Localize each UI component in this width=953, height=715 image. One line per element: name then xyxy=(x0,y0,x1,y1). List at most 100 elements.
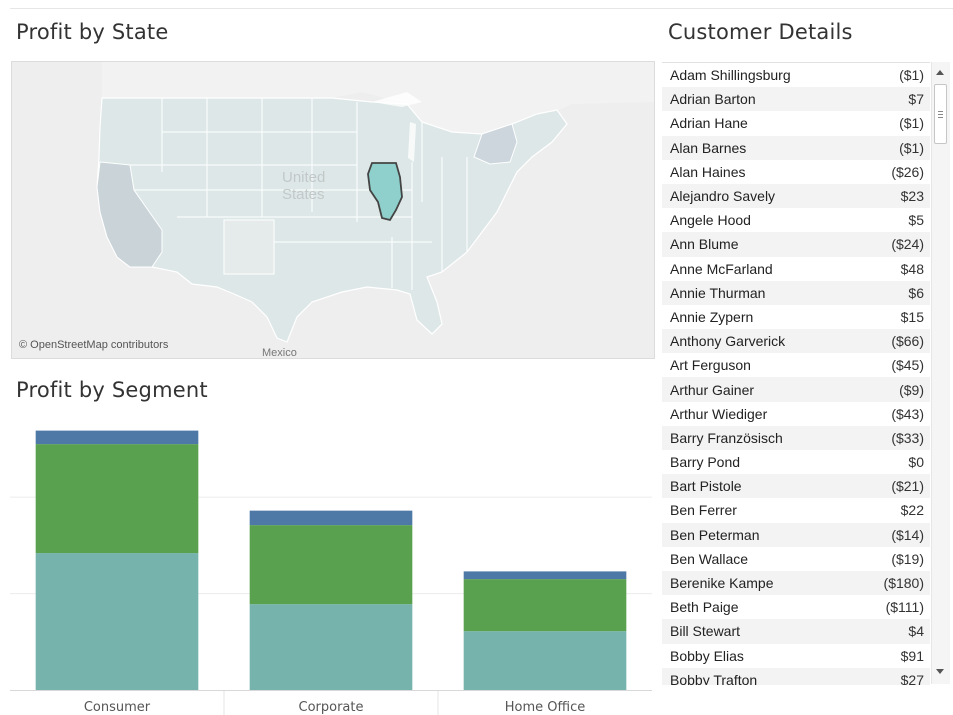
category-label: Corporate xyxy=(299,700,364,715)
customer-row[interactable]: Art Ferguson ($45) xyxy=(662,353,930,378)
customer-name: Barry Französisch xyxy=(670,429,783,446)
grip-line-icon xyxy=(938,114,943,115)
customer-name: Berenike Kampe xyxy=(670,575,774,592)
map-title: Profit by State xyxy=(16,20,169,44)
customer-row[interactable]: Alan Haines ($26) xyxy=(662,159,930,184)
grip-line-icon xyxy=(938,111,943,112)
customer-profit: $6 xyxy=(908,284,924,301)
customer-row[interactable]: Annie Zypern $15 xyxy=(662,304,930,330)
customer-name: Barry Pond xyxy=(670,454,741,471)
profit-by-segment-chart[interactable]: Consumer Corporate Home Office xyxy=(10,420,652,715)
customer-profit: $5 xyxy=(908,212,924,229)
bar-consumer-segment-1[interactable] xyxy=(35,444,199,554)
map-label-united: United xyxy=(282,169,326,186)
customer-profit: ($1) xyxy=(899,139,924,156)
customer-name: Art Ferguson xyxy=(670,357,751,374)
bar-corporate-segment-2[interactable] xyxy=(249,510,413,526)
bar-corporate-segment-0[interactable] xyxy=(249,604,413,690)
customer-profit: ($21) xyxy=(891,478,924,495)
customer-name: Arthur Gainer xyxy=(670,381,755,398)
customer-name: Anne McFarland xyxy=(670,260,773,277)
customer-row[interactable]: Arthur Wiediger ($43) xyxy=(662,401,930,426)
customer-row[interactable]: Berenike Kampe ($180) xyxy=(662,570,930,596)
customer-profit: ($43) xyxy=(891,405,924,422)
customer-profit: ($1) xyxy=(899,67,924,84)
category-label: Home Office xyxy=(505,700,585,715)
customer-row[interactable]: Barry Französisch ($33) xyxy=(662,425,930,450)
customer-name: Ben Ferrer xyxy=(670,502,737,519)
customer-name: Anthony Garverick xyxy=(670,333,786,350)
customer-name: Angele Hood xyxy=(670,212,751,229)
customer-profit: $27 xyxy=(900,671,924,685)
customer-name: Beth Paige xyxy=(670,599,739,616)
customer-name: Bobby Trafton xyxy=(670,671,758,685)
customer-row[interactable]: Beth Paige ($111) xyxy=(662,595,930,620)
customer-row[interactable]: Bobby Elias $91 xyxy=(662,643,930,668)
customer-name: Adrian Hane xyxy=(670,115,748,132)
customer-row[interactable]: Ben Peterman ($14) xyxy=(662,522,930,547)
customer-row[interactable]: Adrian Hane ($1) xyxy=(662,111,930,136)
bar-consumer-segment-2[interactable] xyxy=(35,430,199,445)
customer-profit: ($66) xyxy=(891,333,924,350)
customer-profit: ($1) xyxy=(899,115,924,132)
customer-row[interactable]: Angele Hood $5 xyxy=(662,208,930,233)
scroll-up-arrow-icon[interactable] xyxy=(936,70,944,75)
customer-row[interactable]: Arthur Gainer ($9) xyxy=(662,377,930,402)
state-new-mexico[interactable] xyxy=(223,219,275,275)
customer-name: Alejandro Savely xyxy=(670,188,776,205)
customer-row[interactable]: Ben Ferrer $22 xyxy=(662,498,930,523)
bar-corporate-segment-1[interactable] xyxy=(249,525,413,605)
customer-list-scrollbar[interactable] xyxy=(931,62,950,684)
map-canvas[interactable] xyxy=(12,62,654,358)
customer-row[interactable]: Bobby Trafton $27 xyxy=(662,667,930,685)
customer-row[interactable]: Adam Shillingsburg ($1) xyxy=(662,63,930,88)
bar-home-office-segment-1[interactable] xyxy=(463,579,627,632)
customer-profit: $0 xyxy=(908,454,924,471)
customer-profit: $22 xyxy=(900,502,924,519)
customer-row[interactable]: Barry Pond $0 xyxy=(662,450,930,475)
customer-name: Alan Haines xyxy=(670,163,746,180)
customer-name: Alan Barnes xyxy=(670,139,747,156)
customer-name: Arthur Wiediger xyxy=(670,405,768,422)
customer-name: Adrian Barton xyxy=(670,91,756,108)
segment-title: Profit by Segment xyxy=(16,378,208,402)
customer-profit: $23 xyxy=(900,188,924,205)
customer-profit: ($111) xyxy=(885,599,924,616)
customer-row[interactable]: Ben Wallace ($19) xyxy=(662,546,930,571)
customer-row[interactable]: Anthony Garverick ($66) xyxy=(662,329,930,354)
bar-consumer-segment-0[interactable] xyxy=(35,553,199,690)
customer-row[interactable]: Alan Barnes ($1) xyxy=(662,135,930,160)
customer-row[interactable]: Bart Pistole ($21) xyxy=(662,474,930,499)
customer-profit: $91 xyxy=(900,647,924,664)
customer-profit: ($180) xyxy=(883,575,924,592)
map-attribution[interactable]: © OpenStreetMap contributors xyxy=(19,339,168,351)
customer-profit: ($33) xyxy=(891,429,924,446)
customer-row[interactable]: Annie Thurman $6 xyxy=(662,280,930,305)
grip-line-icon xyxy=(938,117,943,118)
customer-profit: ($45) xyxy=(891,357,924,374)
customer-profit: $48 xyxy=(900,260,924,277)
map-label-mexico: Mexico xyxy=(262,347,297,359)
profit-by-state-map[interactable]: United States © OpenStreetMap contributo… xyxy=(11,61,655,359)
customer-details-table[interactable]: Adam Shillingsburg ($1) Adrian Barton $7 Adr… xyxy=(662,62,930,685)
customer-name: Ann Blume xyxy=(670,236,739,253)
scrollbar-thumb[interactable] xyxy=(934,84,947,144)
scroll-down-arrow-icon[interactable] xyxy=(936,669,944,674)
customer-name: Bart Pistole xyxy=(670,478,742,495)
customer-profit: ($19) xyxy=(891,550,924,567)
customer-row[interactable]: Bill Stewart $4 xyxy=(662,619,930,644)
customer-profit: ($14) xyxy=(891,526,924,543)
customer-profit: $7 xyxy=(908,91,924,108)
customer-row[interactable]: Alejandro Savely $23 xyxy=(662,183,930,209)
customer-row[interactable]: Anne McFarland $48 xyxy=(662,256,930,281)
bar-home-office-segment-2[interactable] xyxy=(463,571,627,580)
customer-row[interactable]: Ann Blume ($24) xyxy=(662,232,930,257)
map-label-states: States xyxy=(282,186,325,203)
bar-home-office-segment-0[interactable] xyxy=(463,631,627,690)
customer-name: Ben Wallace xyxy=(670,550,749,567)
customer-name: Bill Stewart xyxy=(670,623,741,640)
customer-profit: $15 xyxy=(900,308,924,325)
customer-row[interactable]: Adrian Barton $7 xyxy=(662,87,930,112)
customer-name: Bobby Elias xyxy=(670,647,744,664)
customer-name: Annie Thurman xyxy=(670,284,766,301)
